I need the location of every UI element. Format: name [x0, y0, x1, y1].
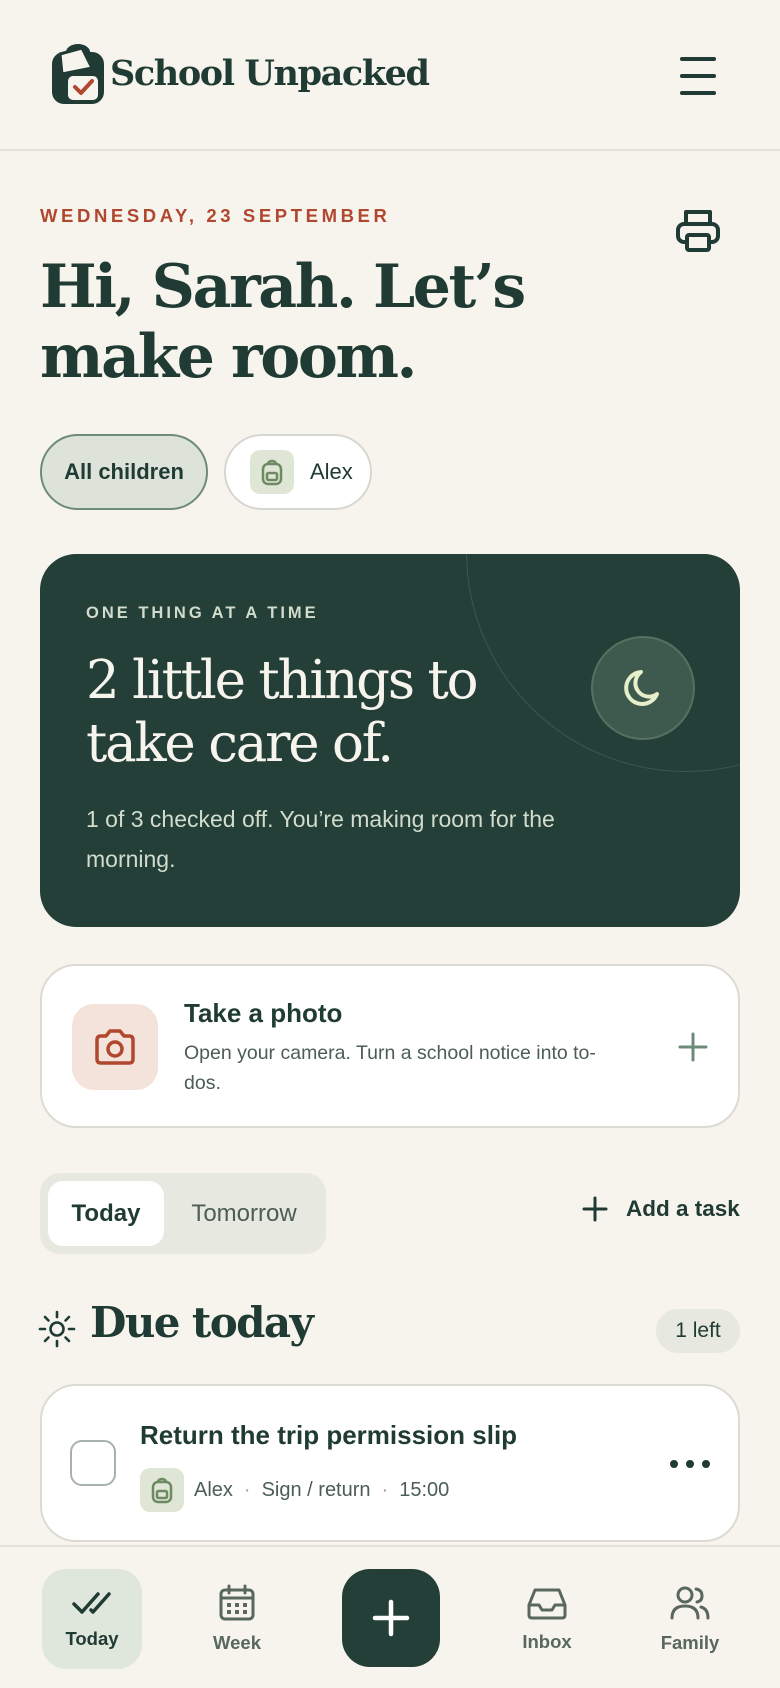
inbox-icon	[527, 1588, 567, 1620]
filter-child-label: Alex	[310, 459, 353, 484]
add-task-button[interactable]: Add a task	[582, 1196, 740, 1222]
app-name: School Unpacked	[110, 52, 430, 94]
task-title: Return the trip permission slip	[140, 1420, 518, 1450]
greeting-heading: Hi, Sarah. Let’s make room.	[40, 252, 526, 392]
moon-icon	[624, 670, 659, 706]
task-item[interactable]: Return the trip permission slip Alex · S…	[40, 1384, 740, 1542]
calendar-icon	[219, 1584, 255, 1621]
hamburger-menu-icon[interactable]	[672, 52, 724, 100]
people-icon	[670, 1586, 710, 1620]
nav-inbox-label: Inbox	[522, 1631, 572, 1652]
nav-family-label: Family	[660, 1632, 720, 1653]
backpack-icon	[140, 1468, 184, 1512]
summary-card: ONE THING AT A TIME 2 little things to t…	[40, 554, 740, 927]
summary-eyebrow: ONE THING AT A TIME	[86, 604, 319, 622]
meta-separator: ·	[381, 1478, 389, 1501]
take-photo-subtitle: Open your camera. Turn a school notice i…	[184, 1042, 596, 1094]
nav-today-label: Today	[65, 1628, 119, 1649]
meta-separator: ·	[243, 1478, 251, 1501]
plus-icon[interactable]	[676, 1030, 710, 1064]
take-photo-card[interactable]: Take a photo Open your camera. Turn a sc…	[40, 964, 740, 1128]
plus-icon	[372, 1599, 410, 1637]
current-date: WEDNESDAY, 23 SEPTEMBER	[40, 205, 391, 226]
summary-subtitle: 1 of 3 checked off. You’re making room f…	[86, 806, 555, 872]
task-meta: Alex · Sign / return · 15:00	[140, 1468, 449, 1512]
backpack-icon	[250, 450, 294, 494]
nav-family[interactable]: Family	[640, 1569, 740, 1669]
more-dots-icon[interactable]	[670, 1446, 710, 1482]
plus-icon	[582, 1196, 608, 1222]
camera-icon	[72, 1004, 158, 1090]
tab-tomorrow[interactable]: Tomorrow	[170, 1181, 318, 1246]
task-time: 15:00	[399, 1478, 450, 1501]
filter-all-children[interactable]: All children	[40, 434, 208, 510]
take-photo-title: Take a photo	[184, 998, 343, 1028]
nav-inbox[interactable]: Inbox	[497, 1569, 597, 1669]
filter-child-alex[interactable]: Alex	[224, 434, 372, 510]
task-category: Sign / return	[261, 1478, 371, 1501]
add-item-fab[interactable]	[342, 1569, 440, 1667]
summary-title: 2 little things to take care of.	[86, 650, 479, 774]
nav-week-label: Week	[213, 1632, 261, 1653]
evening-mode-button[interactable]	[591, 636, 695, 740]
nav-today[interactable]: Today	[42, 1569, 142, 1669]
double-check-icon	[72, 1592, 111, 1614]
nav-week[interactable]: Week	[187, 1569, 287, 1669]
day-toggle: Today Tomorrow	[40, 1173, 326, 1254]
backpack-check-icon	[52, 44, 104, 104]
remaining-count-badge: 1 left	[656, 1309, 740, 1353]
task-checkbox[interactable]	[70, 1440, 116, 1486]
tab-today[interactable]: Today	[48, 1181, 164, 1246]
sun-icon	[38, 1310, 76, 1348]
bottom-navigation: Today Week Inbox Family	[0, 1545, 780, 1688]
filter-all-children-label: All children	[64, 459, 184, 484]
app-logo[interactable]: School Unpacked	[48, 40, 430, 106]
printer-icon[interactable]	[672, 204, 724, 256]
app-header: School Unpacked	[0, 0, 780, 151]
add-task-label: Add a task	[626, 1196, 740, 1221]
task-child: Alex	[194, 1478, 233, 1501]
due-today-heading: Due today	[90, 1298, 314, 1347]
